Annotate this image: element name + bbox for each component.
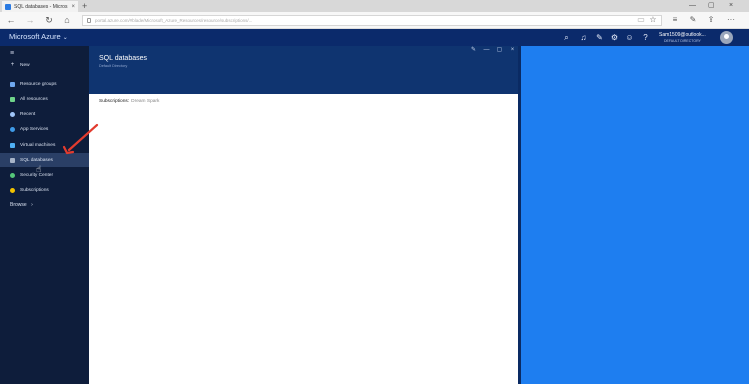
sidebar-item-label: Subscriptions <box>20 187 49 193</box>
chevron-right-icon: › <box>31 202 33 208</box>
sidebar-item-recent[interactable]: Recent <box>0 107 89 121</box>
sidebar-item-label: All resources <box>20 96 48 102</box>
tab-close-icon[interactable]: × <box>71 4 75 10</box>
new-tab-button[interactable]: + <box>82 1 87 11</box>
pin-icon[interactable]: ✎ <box>469 46 478 54</box>
resource-groups-icon <box>10 81 15 87</box>
lock-icon <box>87 18 91 23</box>
tab-title: SQL databases - Micros <box>14 3 68 10</box>
maximize-button[interactable]: ▢ <box>708 1 715 11</box>
address-url[interactable]: portal.azure.com/#blade/Microsoft_Azure_… <box>95 18 252 23</box>
home-button[interactable]: ⌂ <box>61 14 73 26</box>
sidebar-item-app-services[interactable]: App Services <box>0 122 89 136</box>
database-icon <box>10 157 15 163</box>
browser-tab[interactable]: SQL databases - Micros × <box>2 1 78 12</box>
sidebar-item-security-center[interactable]: Security Center <box>0 168 89 182</box>
shield-icon <box>10 172 15 178</box>
more-icon[interactable]: ··· <box>726 15 736 25</box>
close-blade-button[interactable]: × <box>508 46 517 54</box>
close-window-button[interactable]: × <box>729 1 733 11</box>
chevron-down-icon: ⌄ <box>62 35 68 41</box>
azure-top-bar: Microsoft Azure ⌄ ⌕ ♫ ✎ ⚙ ☺ ? Sam1509@out… <box>0 29 749 46</box>
reading-view-icon[interactable]: ▭ <box>636 15 646 25</box>
sidebar-item-subscriptions[interactable]: Subscriptions <box>0 183 89 197</box>
pencil-icon[interactable]: ✎ <box>594 32 605 43</box>
key-icon <box>10 187 15 193</box>
search-icon[interactable]: ⌕ <box>561 32 572 43</box>
subscriptions-filter[interactable]: Subscriptions: Dream Spark <box>99 99 159 104</box>
blade-content: Subscriptions: Dream Spark <box>89 94 518 384</box>
address-bar[interactable]: portal.azure.com/#blade/Microsoft_Azure_… <box>82 15 662 26</box>
brand-label: Microsoft Azure <box>9 32 61 41</box>
dashboard-area <box>518 46 749 384</box>
gear-icon[interactable]: ⚙ <box>609 32 620 43</box>
browser-tab-strip: SQL databases - Micros × + — ▢ × <box>0 0 749 12</box>
forward-button[interactable]: → <box>24 14 36 26</box>
sidebar-item-virtual-machines[interactable]: Virtual machines <box>0 138 89 152</box>
bell-icon[interactable]: ♫ <box>578 32 589 43</box>
monitor-icon <box>10 142 15 148</box>
share-icon[interactable]: ⇪ <box>706 15 716 25</box>
sidebar-item-label: SQL databases <box>20 157 53 163</box>
sidebar-item-label: New <box>20 62 30 68</box>
hub-icon[interactable]: ≡ <box>670 15 680 25</box>
clock-icon <box>10 111 15 117</box>
browser-toolbar: ← → ↻ ⌂ portal.azure.com/#blade/Microsof… <box>0 12 749 29</box>
user-directory: DEFAULT DIRECTORY <box>664 39 701 43</box>
minimize-button[interactable]: — <box>689 1 696 11</box>
refresh-button[interactable]: ↻ <box>43 14 55 26</box>
sidebar-item-new[interactable]: + New <box>0 58 89 72</box>
hand-cursor-icon: ☝ <box>36 164 42 174</box>
subscriptions-value: Dream Spark <box>131 99 160 104</box>
user-name[interactable]: Sam1509@outlook... <box>659 32 706 38</box>
blade-subtitle: Default Directory <box>99 64 128 68</box>
app-services-icon <box>10 126 15 132</box>
azure-favicon-icon <box>5 3 11 10</box>
all-resources-icon <box>10 96 15 102</box>
sidebar-item-label: Virtual machines <box>20 142 56 148</box>
web-note-icon[interactable]: ✎ <box>688 15 698 25</box>
maximize-blade-button[interactable]: ▢ <box>495 46 504 54</box>
blade-title: SQL databases <box>99 55 147 62</box>
back-button[interactable]: ← <box>5 14 17 26</box>
browse-label: Browse <box>10 202 27 208</box>
azure-brand[interactable]: Microsoft Azure ⌄ <box>9 32 68 41</box>
sidebar-item-all-resources[interactable]: All resources <box>0 92 89 106</box>
subscriptions-label: Subscriptions: <box>99 99 130 104</box>
plus-icon: + <box>10 61 15 68</box>
sidebar: ≡ + New Resource groups All resources Re… <box>0 46 89 384</box>
sidebar-item-resource-groups[interactable]: Resource groups <box>0 77 89 91</box>
minimize-blade-button[interactable]: — <box>482 46 491 54</box>
blade-header: SQL databases Default Directory ✎ — ▢ × <box>89 46 518 94</box>
sidebar-item-label: App Services <box>20 126 49 132</box>
smiley-icon[interactable]: ☺ <box>624 32 635 43</box>
sidebar-item-label: Resource groups <box>20 81 57 87</box>
favorite-star-icon[interactable]: ☆ <box>648 15 658 25</box>
sidebar-item-label: Recent <box>20 111 36 117</box>
browse-link[interactable]: Browse › <box>10 202 33 208</box>
avatar[interactable] <box>720 31 733 44</box>
help-icon[interactable]: ? <box>640 32 651 43</box>
sidebar-item-sql-databases[interactable]: SQL databases <box>0 153 89 167</box>
hamburger-menu-icon[interactable]: ≡ <box>10 50 14 57</box>
